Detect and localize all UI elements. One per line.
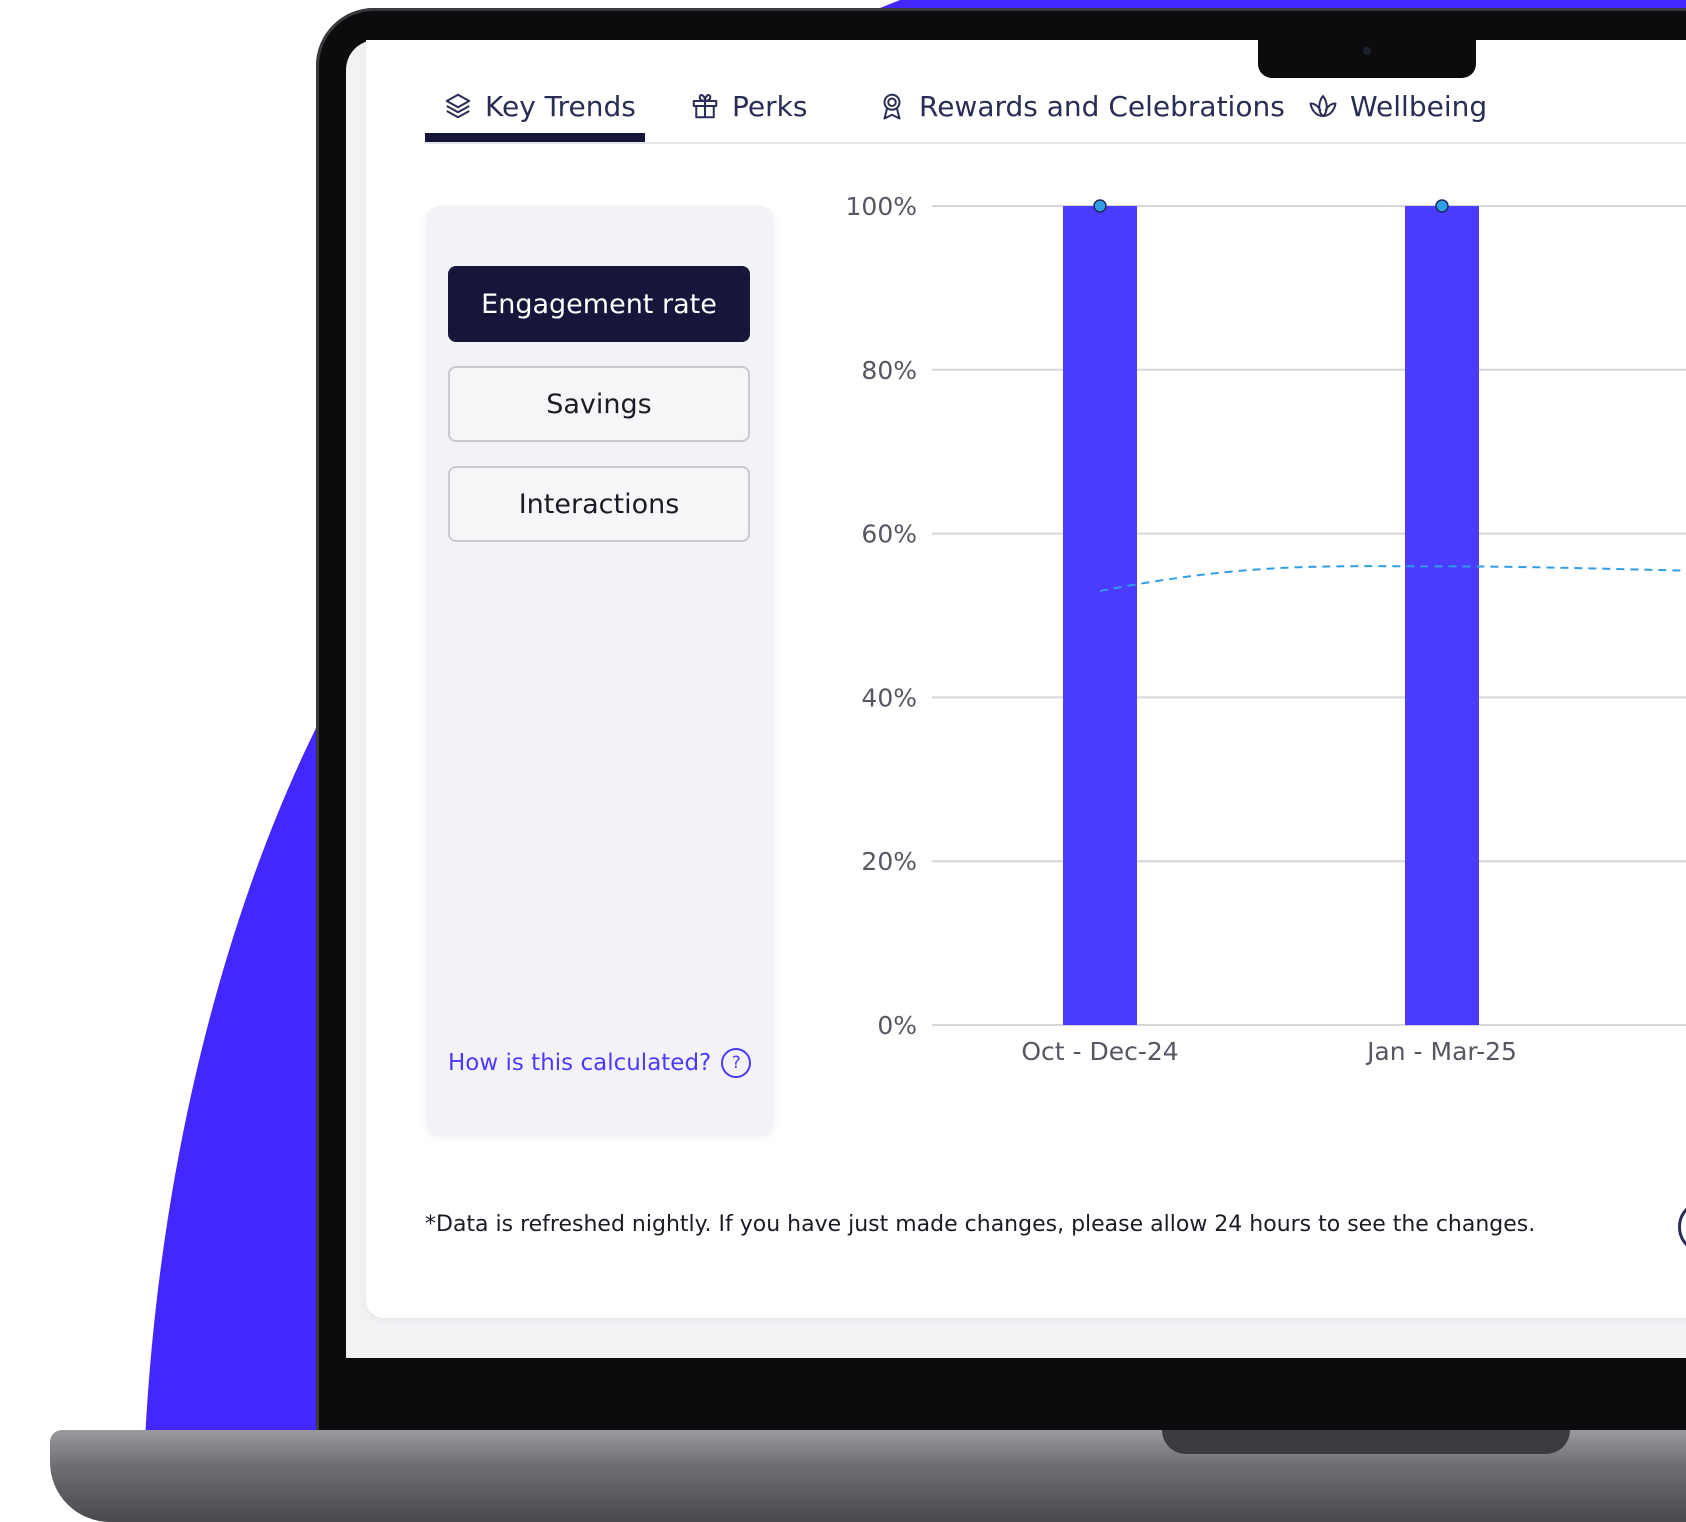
y-tick-label: 0% <box>877 1011 917 1040</box>
active-tab-indicator <box>425 133 645 142</box>
engagement-chart: 0% 20% 40% 60% 80% 100% Oct - Dec-24 Jan - Mar-… <box>846 192 1686 1066</box>
layers-icon <box>445 93 471 119</box>
how-calculated-link[interactable]: How is this calculated? ? <box>448 1048 752 1078</box>
y-tick-label: 100% <box>846 192 917 221</box>
y-tick-label: 80% <box>861 356 917 385</box>
bar-point <box>1093 199 1107 213</box>
x-tick-label: Oct - Dec-24 <box>1021 1037 1178 1066</box>
tab-label: Rewards and Celebrations <box>919 89 1285 123</box>
y-tick-label: 40% <box>861 683 917 712</box>
tab-label: Wellbeing <box>1350 89 1488 123</box>
y-tick-label: 20% <box>861 847 917 876</box>
interactions-button[interactable]: Interactions <box>448 466 750 542</box>
question-circle-icon: ? <box>721 1048 752 1078</box>
data-refresh-note: *Data is refreshed nightly. If you have … <box>425 1212 1536 1237</box>
tab-wellbeing[interactable]: Wellbeing <box>1308 70 1487 142</box>
camera-icon <box>1363 47 1371 55</box>
bar <box>1405 206 1479 1025</box>
tab-label: Key Trends <box>485 89 636 123</box>
tab-perks[interactable]: Perks <box>690 70 807 142</box>
laptop-hinge <box>1162 1430 1570 1454</box>
tab-rewards-and-celebrations[interactable]: Rewards and Celebrations <box>877 70 1285 142</box>
bar <box>1063 206 1137 1025</box>
lotus-icon <box>1309 95 1337 117</box>
savings-button[interactable]: Savings <box>448 366 750 442</box>
trend-line <box>1099 565 1686 592</box>
tab-key-trends[interactable]: Key Trends <box>443 70 636 142</box>
engagement-rate-button[interactable]: Engagement rate <box>448 266 750 342</box>
gift-icon <box>692 94 718 119</box>
y-tick-label: 60% <box>861 520 917 549</box>
tab-label: Perks <box>732 89 808 123</box>
x-tick-label: Jan - Mar-25 <box>1365 1037 1517 1066</box>
help-link-label: How is this calculated? <box>448 1050 712 1076</box>
bar-point <box>1435 199 1449 213</box>
award-ribbon-icon <box>883 93 901 120</box>
metric-selector-panel: Engagement rate Savings Interactions How… <box>426 206 774 1136</box>
